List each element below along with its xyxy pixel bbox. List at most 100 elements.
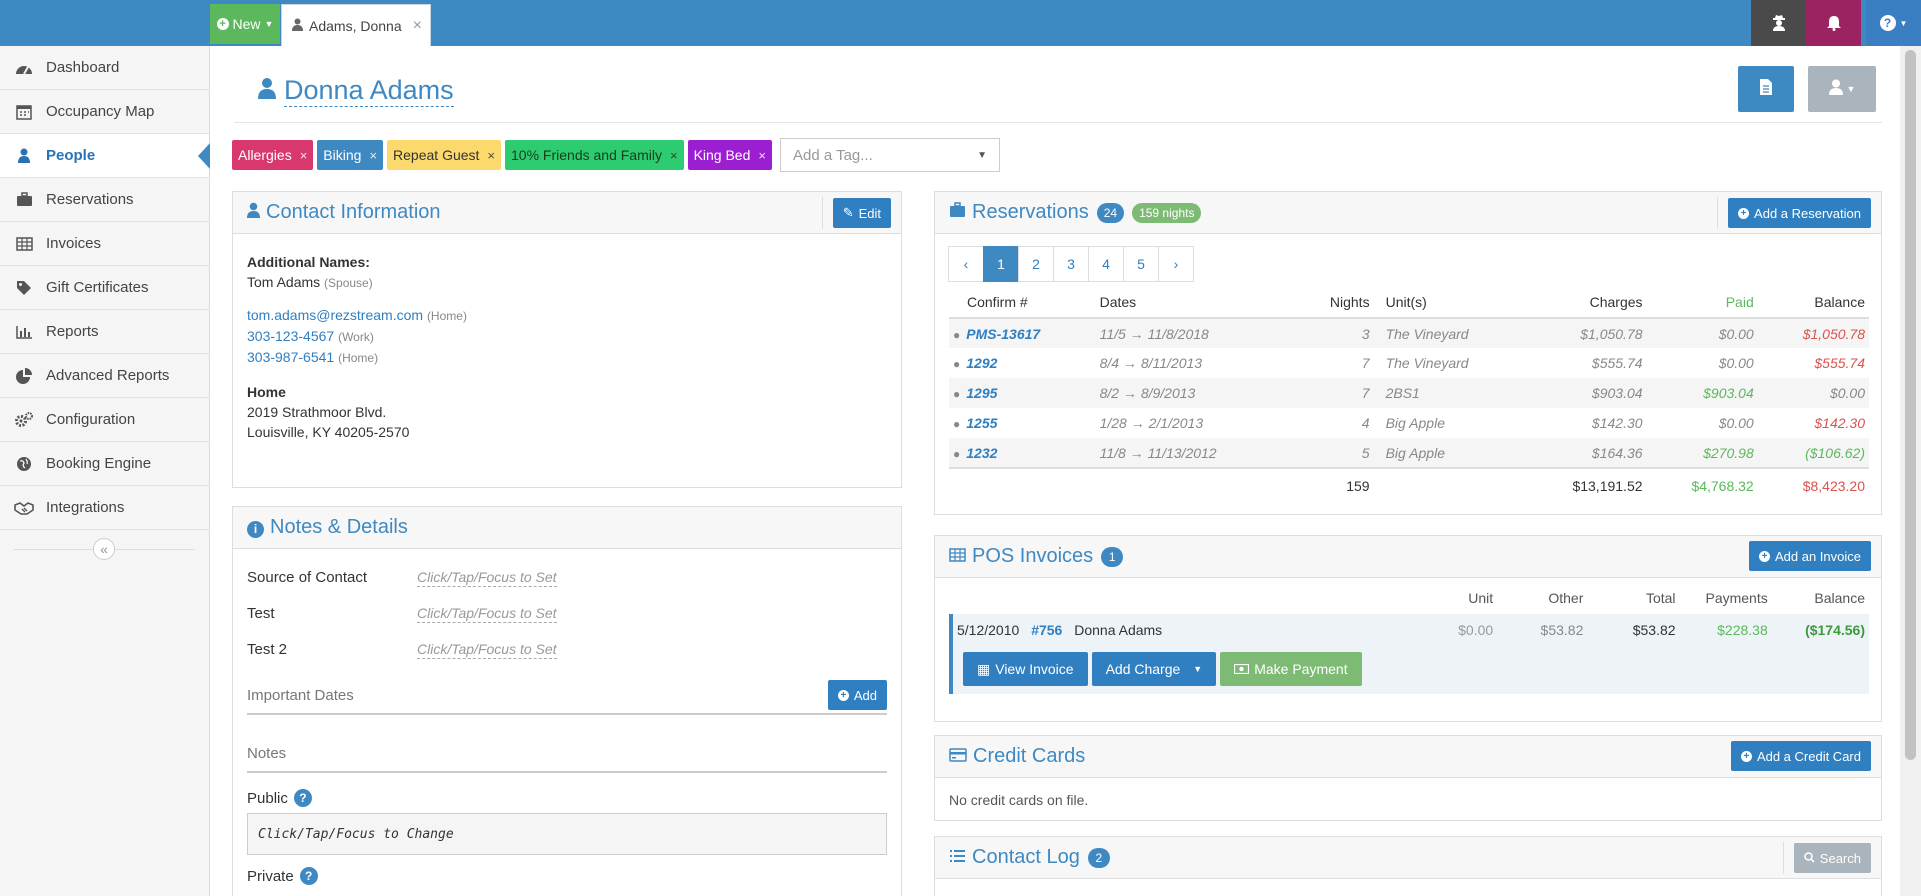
help-icon[interactable]: ? bbox=[299, 867, 318, 885]
user-icon: ● bbox=[953, 327, 961, 342]
sidebar-item-reservations[interactable]: Reservations bbox=[0, 178, 209, 222]
email-link[interactable]: tom.adams@rezstream.com bbox=[247, 307, 423, 323]
column-header[interactable]: Balance bbox=[1772, 582, 1869, 614]
phone-link[interactable]: 303-123-4567 bbox=[247, 328, 334, 344]
page-1[interactable]: 1 bbox=[983, 246, 1019, 282]
field-value[interactable]: Click/Tap/Focus to Set bbox=[417, 568, 557, 587]
charges-cell: $903.04 bbox=[1535, 378, 1647, 408]
remove-tag-icon[interactable]: × bbox=[670, 148, 678, 163]
table-row[interactable]: ● 1292 8/4 → 8/11/2013 7 The Vineyard $55… bbox=[949, 348, 1869, 378]
remove-tag-icon[interactable]: × bbox=[758, 148, 766, 163]
tag-repeat-guest[interactable]: Repeat Guest × bbox=[387, 140, 502, 170]
panel-title: Credit Cards bbox=[949, 745, 1085, 768]
confirm-link[interactable]: 1295 bbox=[966, 385, 997, 401]
globe-icon bbox=[14, 454, 34, 474]
column-header[interactable]: Paid bbox=[1646, 286, 1758, 319]
add-reservation-button[interactable]: + Add a Reservation bbox=[1728, 198, 1871, 228]
sidebar-item-gift-certificates[interactable]: Gift Certificates bbox=[0, 266, 209, 310]
close-tab-icon[interactable]: × bbox=[413, 17, 422, 35]
page-3[interactable]: 3 bbox=[1053, 246, 1089, 282]
info-icon: i bbox=[247, 518, 264, 538]
column-header[interactable]: Other bbox=[1497, 582, 1587, 614]
sidebar-item-configuration[interactable]: Configuration bbox=[0, 398, 209, 442]
invoice-row[interactable]: 5/12/2010 #756 Donna Adams $0.00 $53.82 … bbox=[951, 614, 1869, 646]
bell-icon[interactable] bbox=[1806, 0, 1861, 46]
user-icon bbox=[1828, 79, 1843, 100]
scrollbar-thumb[interactable] bbox=[1905, 50, 1916, 760]
remove-tag-icon[interactable]: × bbox=[300, 148, 308, 163]
tag-friends-family[interactable]: 10% Friends and Family × bbox=[505, 140, 684, 170]
remove-tag-icon[interactable]: × bbox=[487, 148, 495, 163]
sidebar-item-booking-engine[interactable]: Booking Engine bbox=[0, 442, 209, 486]
column-header[interactable]: Unit bbox=[1422, 582, 1497, 614]
new-button[interactable]: + New ▼ bbox=[210, 4, 280, 44]
help-icon[interactable]: ? ▼ bbox=[1866, 0, 1921, 46]
sidebar: Dashboard Occupancy Map People Reservati… bbox=[0, 46, 210, 896]
column-header[interactable]: Charges bbox=[1535, 286, 1647, 319]
column-header[interactable]: Balance bbox=[1757, 286, 1869, 319]
edit-contact-button[interactable]: ✎ Edit bbox=[832, 198, 891, 228]
remove-tag-icon[interactable]: × bbox=[369, 148, 377, 163]
public-note-input[interactable]: Click/Tap/Focus to Change bbox=[247, 813, 887, 855]
plus-circle-icon: + bbox=[1738, 207, 1750, 219]
make-payment-button[interactable]: Make Payment bbox=[1220, 652, 1362, 686]
confirm-link[interactable]: 1292 bbox=[966, 355, 997, 371]
add-tag-input[interactable]: Add a Tag... ▼ bbox=[779, 138, 1000, 172]
page-5[interactable]: 5 bbox=[1123, 246, 1159, 282]
table-row[interactable]: ● PMS-13617 11/5 → 11/8/2018 3 The Vineya… bbox=[949, 318, 1869, 348]
page-scrollbar[interactable] bbox=[1900, 46, 1921, 896]
sidebar-item-invoices[interactable]: Invoices bbox=[0, 222, 209, 266]
notes-header: Notes bbox=[247, 735, 887, 773]
page-prev[interactable]: ‹ bbox=[948, 246, 984, 282]
sidebar-item-label: Reservations bbox=[46, 191, 134, 208]
page-next[interactable]: › bbox=[1158, 246, 1194, 282]
tag-king-bed[interactable]: King Bed × bbox=[687, 140, 772, 170]
field-value[interactable]: Click/Tap/Focus to Set bbox=[417, 640, 557, 659]
sidebar-item-dashboard[interactable]: Dashboard bbox=[0, 46, 209, 90]
sidebar-item-label: Dashboard bbox=[46, 59, 120, 76]
column-header[interactable]: Payments bbox=[1680, 582, 1772, 614]
nights-cell: 7 bbox=[1297, 378, 1374, 408]
phone-link[interactable]: 303-987-6541 bbox=[247, 349, 334, 365]
sidebar-item-reports[interactable]: Reports bbox=[0, 310, 209, 354]
column-header[interactable]: Confirm # bbox=[949, 286, 1096, 319]
phone-row: 303-987-6541 (Home) bbox=[247, 349, 379, 365]
person-name[interactable]: Donna Adams bbox=[284, 74, 454, 107]
add-invoice-button[interactable]: + Add an Invoice bbox=[1748, 541, 1871, 571]
add-credit-card-button[interactable]: + Add a Credit Card bbox=[1730, 741, 1871, 771]
user-secret-icon[interactable] bbox=[1751, 0, 1806, 46]
confirm-link[interactable]: 1255 bbox=[966, 415, 997, 431]
add-charge-button[interactable]: Add Charge ▼ bbox=[1091, 652, 1217, 686]
table-row[interactable]: ● 1295 8/2 → 8/9/2013 7 2BS1 $903.04 $903… bbox=[949, 378, 1869, 408]
confirm-link[interactable]: PMS-13617 bbox=[966, 326, 1040, 342]
person-tab[interactable]: Adams, Donna × bbox=[281, 4, 431, 46]
search-contact-log-button[interactable]: Search bbox=[1793, 843, 1871, 873]
invoice-number-link[interactable]: #756 bbox=[1031, 622, 1062, 638]
column-header[interactable]: Unit(s) bbox=[1373, 286, 1536, 319]
sidebar-item-people[interactable]: People bbox=[0, 134, 210, 178]
confirm-link[interactable]: 1232 bbox=[966, 445, 997, 461]
table-row[interactable]: ● 1232 11/8 → 11/13/2012 5 Big Apple $164… bbox=[949, 438, 1869, 468]
collapse-sidebar-icon[interactable]: « bbox=[93, 538, 115, 560]
tag-biking[interactable]: Biking × bbox=[317, 140, 384, 170]
help-icon[interactable]: ? bbox=[293, 789, 312, 807]
field-value[interactable]: Click/Tap/Focus to Set bbox=[417, 604, 557, 623]
document-button[interactable] bbox=[1738, 66, 1794, 112]
tag-allergies[interactable]: Allergies × bbox=[232, 140, 314, 170]
sidebar-item-integrations[interactable]: Integrations bbox=[0, 486, 209, 530]
column-header[interactable]: Nights bbox=[1297, 286, 1374, 319]
add-date-button[interactable]: + Add bbox=[827, 680, 887, 710]
field-row: Test Click/Tap/Focus to Set bbox=[247, 595, 887, 631]
sidebar-item-advanced-reports[interactable]: Advanced Reports bbox=[0, 354, 209, 398]
invoice-actions-row: ▦ View Invoice Add Charge ▼ Make Payment bbox=[951, 646, 1869, 694]
page-4[interactable]: 4 bbox=[1088, 246, 1124, 282]
sidebar-item-occupancy-map[interactable]: Occupancy Map bbox=[0, 90, 209, 134]
page-2[interactable]: 2 bbox=[1018, 246, 1054, 282]
user-icon bbox=[258, 75, 276, 106]
column-header[interactable]: Total bbox=[1587, 582, 1679, 614]
view-invoice-button[interactable]: ▦ View Invoice bbox=[963, 652, 1088, 686]
panel-actions: + Add an Invoice bbox=[1748, 541, 1871, 571]
table-row[interactable]: ● 1255 1/28 → 2/1/2013 4 Big Apple $142.3… bbox=[949, 408, 1869, 438]
user-actions-button[interactable]: ▼ bbox=[1808, 66, 1876, 112]
column-header[interactable]: Dates bbox=[1095, 286, 1298, 319]
